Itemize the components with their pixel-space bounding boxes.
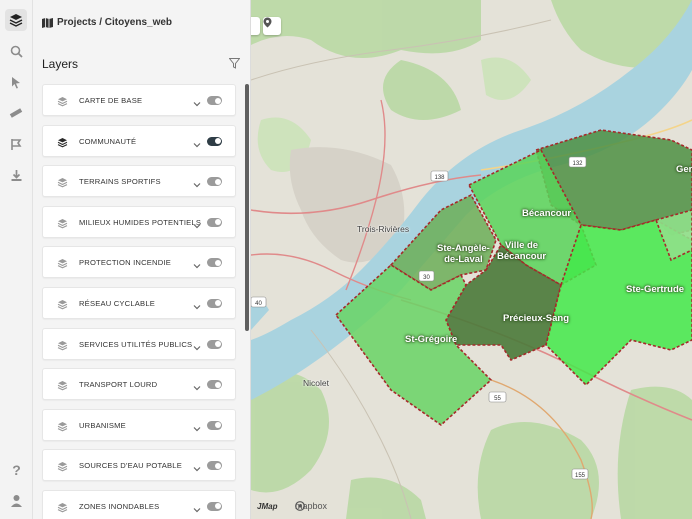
layer-row[interactable]: ZONES INONDABLES: [42, 489, 236, 519]
filter-icon[interactable]: [228, 56, 241, 74]
layer-stack-icon: [57, 500, 68, 518]
breadcrumb-text[interactable]: Projects / Citoyens_web: [57, 17, 172, 28]
map-icon: [42, 17, 53, 28]
locate-button[interactable]: [263, 17, 281, 35]
layer-list: CARTE DE BASE COMMUNAUTÉ TERRAINS SPORTIFS…: [42, 84, 236, 519]
layer-visibility-toggle[interactable]: [207, 177, 222, 187]
region-label-precieux-sang: Précieux-Sang: [503, 313, 569, 324]
road-shield-132: 132: [572, 161, 583, 167]
road-shield-155: 155: [575, 473, 586, 479]
layer-row[interactable]: CARTE DE BASE: [42, 84, 236, 116]
layer-visibility-toggle[interactable]: [207, 380, 222, 390]
layer-label: RÉSEAU CYCLABLE: [79, 298, 156, 308]
region-label-ste-gertrude: Ste-Gertrude: [626, 284, 685, 295]
layer-row[interactable]: TRANSPORT LOURD: [42, 368, 236, 401]
chevron-down-icon[interactable]: [193, 339, 201, 357]
layer-row[interactable]: COMMUNAUTÉ: [42, 124, 236, 157]
layer-label: SOURCES D'EAU POTABLE: [79, 461, 182, 471]
layers-icon[interactable]: [5, 9, 27, 31]
panel-scrollbar[interactable]: [245, 84, 249, 331]
road-shield-138: 138: [434, 175, 445, 181]
layer-visibility-toggle[interactable]: [207, 217, 222, 227]
icon-rail: ?: [0, 0, 33, 519]
layer-visibility-toggle[interactable]: [207, 258, 222, 268]
place-label-trois-rivieres: Trois-Rivières: [357, 224, 410, 234]
road-shield-40: 40: [255, 301, 262, 307]
app-window: ? Projects / Citoyens_web Layers CARTE D…: [0, 0, 692, 519]
chevron-down-icon[interactable]: [193, 257, 201, 275]
chevron-down-icon[interactable]: [193, 501, 201, 519]
layer-stack-icon: [57, 216, 68, 234]
layer-label: CARTE DE BASE: [79, 96, 143, 105]
breadcrumb: Projects / Citoyens_web: [42, 17, 172, 28]
layer-visibility-toggle[interactable]: [207, 298, 222, 308]
layer-stack-icon: [57, 175, 68, 193]
layer-row[interactable]: MILIEUX HUMIDES POTENTIELS: [42, 205, 236, 238]
chevron-down-icon[interactable]: [193, 379, 201, 397]
measure-ruler-icon[interactable]: [5, 102, 27, 124]
layer-label: SERVICES UTILITÉS PUBLICS: [79, 339, 193, 349]
chevron-down-icon[interactable]: [193, 420, 201, 438]
chevron-down-icon[interactable]: [193, 460, 201, 478]
chevron-down-icon[interactable]: [193, 298, 201, 316]
layer-row[interactable]: TERRAINS SPORTIFS: [42, 165, 236, 198]
arrow-left-icon: [251, 17, 252, 27]
layer-stack-icon: [57, 135, 68, 153]
layer-stack-icon: [57, 338, 68, 356]
layer-stack-icon: [57, 419, 68, 437]
layer-stack-icon: [57, 297, 68, 315]
layer-stack-icon: [57, 256, 68, 274]
map-pin-icon: [263, 17, 272, 28]
road-shield-55: 55: [494, 396, 501, 402]
map-canvas[interactable]: 138 132 55 40 30 155 Trois-Rivières Nico…: [251, 0, 692, 519]
chevron-down-icon[interactable]: [193, 176, 201, 194]
layer-visibility-toggle[interactable]: [207, 96, 222, 105]
layer-row[interactable]: PROTECTION INCENDIE: [42, 246, 236, 279]
layer-visibility-toggle[interactable]: [207, 501, 222, 511]
place-label-nicolet: Nicolet: [303, 378, 329, 388]
help-icon[interactable]: ?: [6, 459, 28, 481]
layer-row[interactable]: SOURCES D'EAU POTABLE: [42, 449, 236, 482]
layer-row[interactable]: RÉSEAU CYCLABLE: [42, 286, 236, 319]
layer-row[interactable]: SERVICES UTILITÉS PUBLICS: [42, 327, 236, 360]
download-icon[interactable]: [5, 164, 27, 186]
layer-label: TRANSPORT LOURD: [79, 380, 158, 390]
select-cursor-icon[interactable]: [5, 71, 27, 93]
user-avatar-icon[interactable]: [6, 489, 28, 511]
mapbox-logo[interactable]: mapbox: [295, 501, 327, 511]
draw-flag-icon[interactable]: [5, 133, 27, 155]
collapse-panel-button[interactable]: [251, 17, 260, 35]
region-label-ste-angele: Ste-Angèle- de-Laval: [437, 243, 490, 265]
layer-visibility-toggle[interactable]: [207, 461, 222, 471]
region-label-becancour: Bécancour: [522, 208, 572, 219]
layer-label: COMMUNAUTÉ: [79, 136, 137, 146]
chevron-down-icon[interactable]: [193, 95, 201, 113]
layer-stack-icon: [57, 459, 68, 477]
layer-stack-icon: [57, 378, 68, 396]
layer-visibility-toggle[interactable]: [207, 339, 222, 349]
mapbox-icon: [295, 501, 305, 511]
layer-visibility-toggle[interactable]: [207, 420, 222, 430]
road-shield-30: 30: [423, 275, 430, 281]
search-icon[interactable]: [5, 40, 27, 62]
layer-label: ZONES INONDABLES: [79, 501, 160, 511]
layer-label: PROTECTION INCENDIE: [79, 258, 171, 268]
layer-stack-icon: [57, 94, 68, 112]
region-label-gen: Gen: [676, 164, 692, 175]
region-label-ville-becancour: Ville de Bécancour: [497, 240, 547, 262]
chevron-down-icon[interactable]: [193, 217, 201, 235]
layer-row[interactable]: URBANISME: [42, 408, 236, 441]
layer-label: MILIEUX HUMIDES POTENTIELS: [79, 217, 202, 227]
jmap-logo: JMap: [257, 502, 278, 511]
layer-label: TERRAINS SPORTIFS: [79, 177, 161, 187]
layer-label: URBANISME: [79, 420, 126, 430]
layers-panel: Projects / Citoyens_web Layers CARTE DE …: [33, 0, 251, 519]
region-label-st-gregoire: St-Grégoire: [405, 334, 458, 345]
chevron-down-icon[interactable]: [193, 136, 201, 154]
layer-visibility-toggle[interactable]: [207, 136, 222, 146]
panel-title: Layers: [42, 57, 79, 71]
